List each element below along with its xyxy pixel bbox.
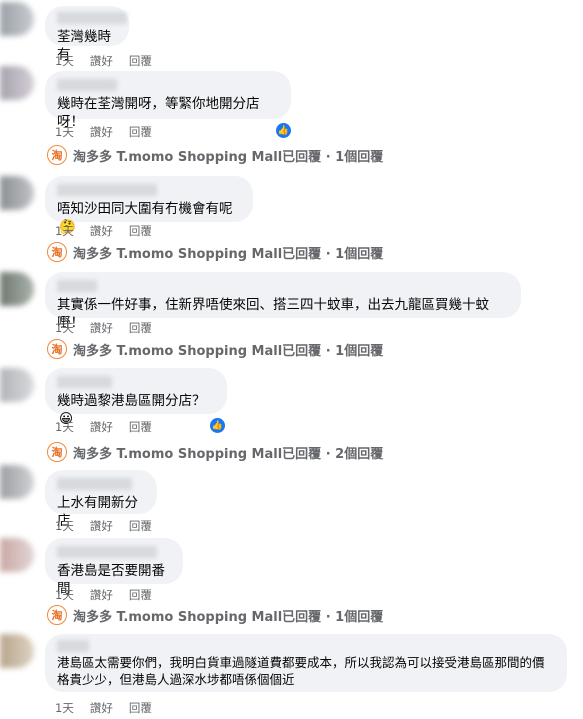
like-button[interactable]: 讚好 [90,518,113,534]
avatar[interactable] [0,66,34,100]
reply-count: 已回覆 · 2個回覆 [282,446,384,462]
author-name-blurred[interactable] [57,184,157,196]
reply-button[interactable]: 回覆 [129,124,152,140]
author-name-blurred[interactable] [57,12,127,24]
comment-actions: 1天 讚好 回覆 [55,587,152,603]
comment-actions: 1天 讚好 回覆 [55,518,152,534]
comment-actions: 1天 讚好 回覆 [55,320,152,336]
page-name: 淘多多 T.momo Shopping Mall [73,343,283,359]
comment-time[interactable]: 1天 [55,223,74,239]
comment-text: 幾時過黎港島區開分店？ [57,393,206,409]
comment-bubble: 上水有開新分店 [45,470,157,529]
like-button[interactable]: 讚好 [90,320,113,336]
author-name-blurred[interactable] [57,546,157,558]
page-avatar: 淘 [47,442,67,462]
page-reply-link[interactable]: 淘 淘多多 T.momo Shopping Mall 已回覆 · 1個回覆 [47,605,383,625]
page-name: 淘多多 T.momo Shopping Mall [73,609,283,625]
comment-time[interactable]: 1天 [55,518,74,534]
page-name: 淘多多 T.momo Shopping Mall [73,446,283,462]
author-name-blurred[interactable] [57,280,97,292]
reply-button[interactable]: 回覆 [129,53,152,69]
reply-count: 已回覆 · 1個回覆 [282,343,384,359]
page-reply-link[interactable]: 淘 淘多多 T.momo Shopping Mall 已回覆 · 1個回覆 [47,339,383,359]
comment-time[interactable]: 1天 [55,700,74,716]
comment-actions: 1天 讚好 回覆 [55,700,152,716]
page-name: 淘多多 T.momo Shopping Mall [73,149,283,165]
author-name-blurred[interactable] [57,640,89,652]
comment-text: 唔知沙田同大圍有冇機會有呢 [57,201,233,217]
page-reply-link[interactable]: 淘 淘多多 T.momo Shopping Mall 已回覆 · 2個回覆 [47,442,383,462]
comment-bubble: 其實係一件好事，住新界唔使來回、搭三四十蚊車，出去九龍區買幾十蚊嘢！ [45,272,521,331]
like-button[interactable]: 讚好 [90,700,113,716]
like-button[interactable]: 讚好 [90,419,113,435]
reply-count: 已回覆 · 1個回覆 [282,609,384,625]
like-reaction-icon[interactable]: 👍 [274,121,293,140]
comment-time[interactable]: 1天 [55,124,74,140]
like-button[interactable]: 讚好 [90,53,113,69]
like-reaction-icon[interactable]: 👍 [208,416,227,435]
author-name-blurred[interactable] [57,478,132,490]
avatar[interactable] [0,176,34,210]
avatar[interactable] [0,368,34,402]
comment-actions: 1天 讚好 回覆 [55,124,152,140]
avatar[interactable] [0,2,34,36]
comment-bubble: 荃灣幾時有 [45,6,129,63]
comment-actions: 1天 讚好 回覆 [55,419,152,435]
like-button[interactable]: 讚好 [90,124,113,140]
reply-button[interactable]: 回覆 [129,587,152,603]
page-reply-link[interactable]: 淘 淘多多 T.momo Shopping Mall 已回覆 · 1個回覆 [47,145,383,165]
like-button[interactable]: 讚好 [90,223,113,239]
comment-text: 港島區太需要你們，我明白貨車過隧道費都要成本，所以我認為可以接受港島區那間的價格… [57,655,545,687]
like-button[interactable]: 讚好 [90,587,113,603]
comment-time[interactable]: 1天 [55,587,74,603]
author-name-blurred[interactable] [57,79,117,91]
page-avatar: 淘 [47,242,67,262]
page-avatar: 淘 [47,339,67,359]
comment-bubble: 唔知沙田同大圍有冇機會有呢🤔 [45,176,253,235]
comment-bubble: 幾時過黎港島區開分店？😀 [45,368,227,427]
avatar[interactable] [0,538,34,572]
reply-button[interactable]: 回覆 [129,518,152,534]
author-name-blurred[interactable] [57,376,112,388]
page-avatar: 淘 [47,145,67,165]
avatar[interactable] [0,634,34,668]
avatar[interactable] [0,272,34,306]
reply-count: 已回覆 · 1個回覆 [282,149,384,165]
reply-count: 已回覆 · 1個回覆 [282,246,384,262]
comment-time[interactable]: 1天 [55,419,74,435]
page-name: 淘多多 T.momo Shopping Mall [73,246,283,262]
reply-button[interactable]: 回覆 [129,320,152,336]
reply-button[interactable]: 回覆 [129,223,152,239]
page-reply-link[interactable]: 淘 淘多多 T.momo Shopping Mall 已回覆 · 1個回覆 [47,242,383,262]
reply-button[interactable]: 回覆 [129,419,152,435]
comment-actions: 1天 讚好 回覆 [55,53,152,69]
reply-button[interactable]: 回覆 [129,700,152,716]
comment-bubble: 港島區太需要你們，我明白貨車過隧道費都要成本，所以我認為可以接受港島區那間的價格… [45,634,567,692]
comment-actions: 1天 讚好 回覆 [55,223,152,239]
comment-bubble: 幾時在荃灣開呀，等緊你地開分店呀！ [45,71,291,130]
comment-time[interactable]: 1天 [55,53,74,69]
comment-time[interactable]: 1天 [55,320,74,336]
avatar[interactable] [0,465,34,499]
comment-bubble: 香港島是否要開番間 [45,538,183,597]
page-avatar: 淘 [47,605,67,625]
